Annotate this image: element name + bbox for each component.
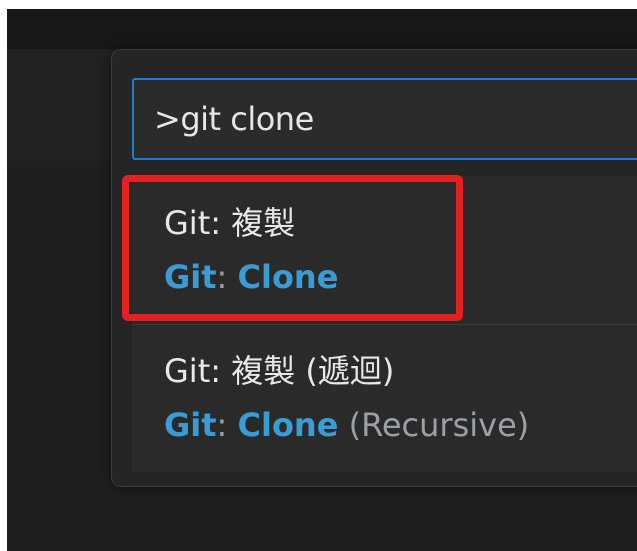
command-palette-search-box[interactable] — [132, 78, 637, 160]
command-palette-input[interactable] — [154, 80, 637, 158]
result-english-label: Git: Clone (Recursive) — [164, 406, 529, 444]
result-git-clone-recursive[interactable]: Git: 複製 (遞迴) Git: Clone (Recursive) — [132, 324, 637, 472]
annotation-highlight-box — [122, 175, 463, 321]
editor-window: Git: 複製 Git: Clone Git: 複製 (遞迴) Git: Clo… — [7, 9, 637, 551]
match-suffix: (Recursive) — [338, 406, 530, 444]
title-bar — [7, 9, 637, 49]
match-command: Clone — [237, 406, 339, 444]
match-colon: : — [216, 406, 228, 444]
match-prefix: Git — [164, 406, 217, 444]
result-localized-label: Git: 複製 (遞迴) — [164, 352, 395, 390]
